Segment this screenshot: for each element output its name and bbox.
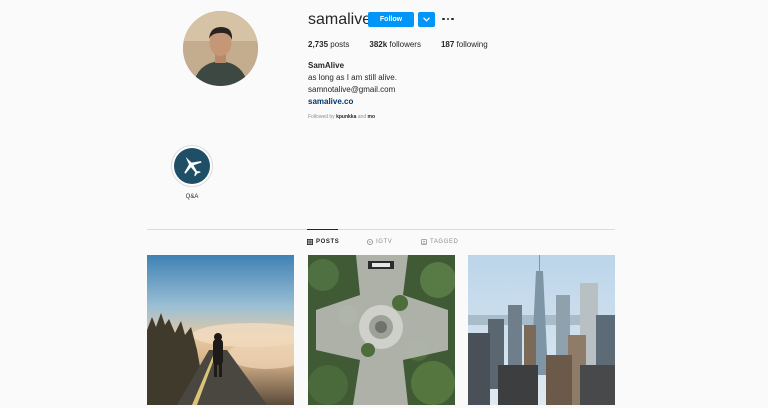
chevron-down-icon (423, 17, 430, 22)
tab-tagged[interactable]: TAGGED (421, 238, 459, 246)
profile-avatar[interactable] (183, 11, 258, 86)
profile-stats: 2,735 posts 382k followers 187 following (308, 40, 488, 50)
more-options-button[interactable] (441, 13, 455, 25)
followed-by-user-1: kpunkka (336, 114, 357, 120)
post-thumbnail[interactable] (468, 255, 615, 405)
followers-stat[interactable]: 382k followers (369, 40, 421, 50)
highlight-label: Q&A (185, 194, 199, 200)
profile-full-name: SamAlive (308, 61, 345, 70)
post-image-city-skyline (468, 255, 615, 405)
followed-by-user-2: mo (367, 114, 376, 120)
following-stat[interactable]: 187 following (441, 40, 488, 50)
profile-photo (183, 11, 258, 86)
followed-by[interactable]: Followed by kpunkka and mo (308, 114, 375, 121)
post-thumbnail[interactable] (308, 255, 455, 405)
igtv-icon (367, 239, 373, 245)
tag-icon (421, 239, 427, 245)
post-thumbnail[interactable] (147, 255, 294, 405)
more-icon (442, 17, 454, 21)
post-image-misty-road (147, 255, 294, 405)
followed-by-and: and (356, 114, 368, 120)
bio-text: as long as I am still alive. (308, 73, 397, 82)
tabs-divider (147, 229, 615, 230)
airplane-icon (184, 156, 202, 177)
follow-button[interactable]: Follow (368, 12, 414, 27)
followers-count: 382k (369, 40, 388, 49)
followers-stat-label: followers (387, 40, 421, 49)
tab-tagged-label: TAGGED (430, 239, 459, 245)
tab-igtv-label: IGTV (376, 239, 393, 245)
grid-icon (307, 239, 313, 245)
posts-count: 2,735 (308, 40, 329, 49)
tab-posts[interactable]: POSTS (307, 238, 339, 246)
post-image-aerial-plaza (308, 255, 455, 405)
following-stat-label: following (454, 40, 488, 49)
highlight-cover (174, 148, 210, 184)
following-count: 187 (440, 40, 455, 49)
website-link[interactable]: samalive.co (308, 97, 353, 107)
active-tab-indicator (307, 229, 338, 230)
suggested-accounts-button[interactable] (418, 12, 435, 27)
profile-username: samalive (308, 11, 372, 28)
posts-stat-label: posts (328, 40, 350, 49)
tab-igtv[interactable]: IGTV (367, 238, 392, 246)
posts-stat: 2,735 posts (308, 40, 349, 50)
tab-posts-label: POSTS (316, 239, 340, 245)
followed-by-prefix: Followed by (308, 114, 337, 120)
bio-email: samnotalive@gmail.com (308, 85, 396, 94)
